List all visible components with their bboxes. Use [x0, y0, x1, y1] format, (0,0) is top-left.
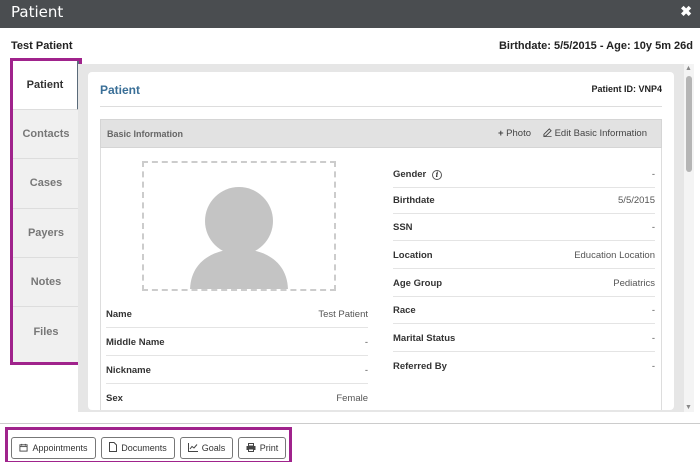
- sidebar-item-label: Files: [33, 325, 59, 338]
- scroll-down-icon[interactable]: ▼: [685, 404, 692, 411]
- edit-basic-info-button[interactable]: Edit Basic Information: [543, 128, 647, 139]
- patient-header: Test Patient Birthdate: 5/5/2015 - Age: …: [0, 28, 700, 62]
- sidebar-item-label: Patient: [26, 79, 64, 92]
- field-name: Name Test Patient: [106, 300, 368, 328]
- field-value: 5/5/2015: [618, 195, 655, 206]
- calendar-icon: [19, 443, 29, 454]
- field-gender: Gender i -: [393, 160, 655, 188]
- field-label: Birthdate: [393, 195, 435, 206]
- field-label: Location: [393, 250, 433, 261]
- print-button[interactable]: Print: [238, 437, 286, 459]
- field-value: Test Patient: [318, 309, 368, 320]
- info-icon[interactable]: i: [431, 170, 442, 180]
- field-birthdate: Birthdate 5/5/2015: [393, 186, 655, 214]
- patient-panel: Patient Patient ID: VNP4 Basic Informati…: [88, 72, 674, 410]
- field-label: Race: [393, 305, 416, 316]
- field-age-group: Age Group Pediatrics: [393, 269, 655, 297]
- add-photo-label: Photo: [506, 128, 531, 139]
- sidebar-item-notes[interactable]: Notes: [13, 257, 79, 307]
- sidebar-nav: Patient Contacts Cases Payers Notes File…: [10, 58, 82, 365]
- documents-button[interactable]: Documents: [101, 437, 175, 459]
- sidebar-item-label: Contacts: [22, 128, 70, 141]
- field-value: -: [651, 169, 655, 180]
- plus-icon: +: [497, 128, 504, 139]
- field-label: Age Group: [393, 278, 443, 289]
- documents-label: Documents: [121, 443, 167, 453]
- field-value: -: [651, 333, 655, 344]
- patient-name: Test Patient: [11, 40, 73, 52]
- footer-button-group: Appointments Documents Goals Print: [5, 427, 292, 462]
- field-label: Referred By: [393, 361, 447, 372]
- photo-placeholder[interactable]: [142, 161, 336, 291]
- field-label: Sex: [106, 393, 123, 404]
- goals-button[interactable]: Goals: [180, 437, 233, 459]
- field-label-with-info: Gender i: [393, 169, 442, 180]
- sidebar-item-files[interactable]: Files: [13, 306, 79, 357]
- sidebar-item-label: Payers: [27, 226, 65, 239]
- field-nickname: Nickname -: [106, 356, 368, 384]
- field-value: -: [364, 365, 368, 376]
- patient-id: Patient ID: VNP4: [591, 84, 662, 94]
- field-label: Name: [106, 309, 132, 320]
- vertical-scrollbar[interactable]: ▲ ▼: [684, 64, 694, 412]
- panel-title: Patient: [100, 83, 141, 97]
- edit-basic-info-label: Edit Basic Information: [554, 128, 647, 139]
- field-label: Middle Name: [106, 337, 165, 348]
- sidebar-item-payers[interactable]: Payers: [13, 208, 79, 258]
- field-value: -: [651, 222, 655, 233]
- footer-toolbar: Appointments Documents Goals Print: [0, 423, 700, 462]
- appointments-label: Appointments: [32, 443, 88, 453]
- print-label: Print: [259, 443, 279, 453]
- print-icon: [246, 442, 256, 454]
- field-label: SSN: [393, 222, 413, 233]
- field-value: -: [651, 305, 655, 316]
- appointments-button[interactable]: Appointments: [11, 437, 96, 459]
- add-photo-button[interactable]: + Photo: [498, 128, 531, 139]
- avatar-placeholder-icon: [190, 187, 288, 289]
- field-label: Gender: [393, 169, 427, 180]
- field-sex: Sex Female: [106, 384, 368, 410]
- field-marital-status: Marital Status -: [393, 324, 655, 352]
- field-value: Pediatrics: [613, 278, 655, 289]
- field-middle-name: Middle Name -: [106, 328, 368, 356]
- field-label: Nickname: [106, 365, 151, 376]
- edit-icon: [543, 128, 555, 139]
- window-titlebar: Patient ✖: [0, 0, 700, 28]
- document-icon: [109, 442, 118, 454]
- sidebar-item-label: Notes: [30, 275, 62, 288]
- chart-icon: [187, 442, 198, 454]
- sidebar-item-contacts[interactable]: Contacts: [13, 110, 79, 160]
- field-label: Marital Status: [393, 333, 456, 344]
- field-value: -: [364, 337, 368, 348]
- sidebar-item-patient[interactable]: Patient: [13, 61, 79, 111]
- scroll-up-icon[interactable]: ▲: [685, 65, 692, 72]
- sidebar-item-cases[interactable]: Cases: [13, 159, 79, 209]
- basic-info-header: Basic Information + Photo Edit Basic Inf…: [100, 119, 662, 148]
- field-location: Location Education Location: [393, 241, 655, 269]
- close-icon[interactable]: ✖: [680, 3, 692, 20]
- sidebar-item-label: Cases: [29, 177, 63, 190]
- divider: [100, 106, 662, 107]
- goals-label: Goals: [201, 443, 226, 453]
- window-title: Patient: [11, 3, 64, 21]
- field-race: Race -: [393, 296, 655, 324]
- field-value: Female: [336, 393, 368, 404]
- field-referred-by: Referred By -: [393, 352, 655, 380]
- patient-birthdate-age: Birthdate: 5/5/2015 - Age: 10y 5m 26d: [498, 40, 693, 52]
- field-ssn: SSN -: [393, 213, 655, 241]
- field-value: Education Location: [574, 250, 655, 261]
- scrollbar-thumb[interactable]: [686, 76, 692, 172]
- field-value: -: [651, 361, 655, 372]
- basic-info-title: Basic Information: [107, 129, 184, 139]
